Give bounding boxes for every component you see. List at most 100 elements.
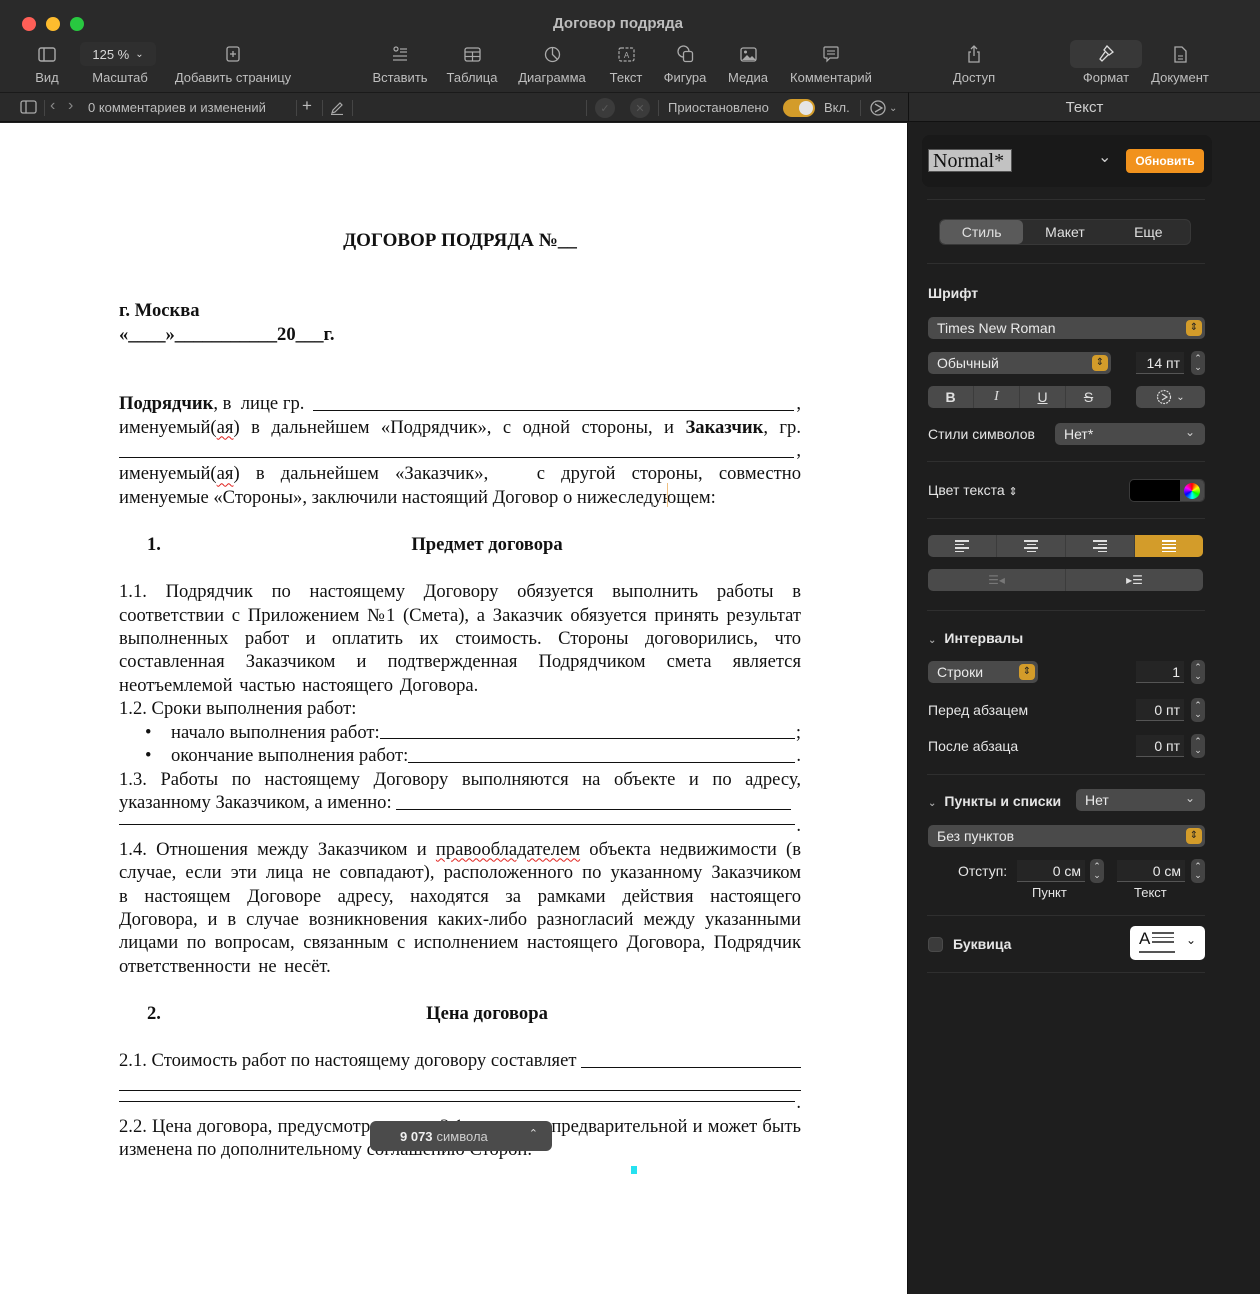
align-justify-button[interactable] [1135, 535, 1203, 557]
media-button[interactable]: Медиа [724, 40, 772, 85]
zoom-value: 125 % [92, 46, 130, 62]
before-paragraph-field[interactable]: 0 пт [1136, 699, 1184, 721]
font-typeface-select[interactable]: Обычный ⇕ [928, 352, 1111, 374]
font-size-stepper[interactable]: ⌃ ⌄ [1191, 351, 1205, 375]
tab-layout[interactable]: Макет [1023, 220, 1106, 244]
text-options-button[interactable]: ⌄ [1136, 386, 1205, 408]
char-styles-value: Нет* [1064, 426, 1094, 442]
text-box-button[interactable]: A Текст [604, 40, 648, 85]
spacing-section-toggle[interactable]: ⌄ Интервалы [928, 630, 1023, 646]
format-button[interactable]: Формат [1076, 40, 1136, 85]
dropcap-style-select[interactable]: A ⌄ [1130, 926, 1205, 960]
align-center-button[interactable] [997, 535, 1066, 557]
dropcap-preview-icon: A [1139, 929, 1151, 948]
up-down-chevron-icon: ⇕ [1008, 486, 1018, 498]
text-indent-stepper[interactable]: ⌃ ⌄ [1191, 859, 1205, 883]
after-paragraph-label: После абзаца [928, 738, 1019, 754]
document-button[interactable]: Документ [1146, 40, 1214, 85]
bullets-select[interactable]: Нет ⌄ [1076, 789, 1205, 811]
strikethrough-button[interactable]: S [1066, 386, 1111, 408]
increase-indent-button[interactable]: ▸☰ [1066, 569, 1203, 591]
bullet-indent-field[interactable]: 0 см [1017, 860, 1085, 882]
bullet-type-select[interactable]: Без пунктов ⇕ [928, 825, 1205, 847]
font-family-value: Times New Roman [937, 320, 1056, 336]
shape-button[interactable]: Фигура [660, 40, 710, 85]
update-style-button[interactable]: Обновить [1126, 149, 1204, 173]
document-canvas[interactable]: ДОГОВОР ПОДРЯДА №__ г. Москва «____»____… [0, 123, 907, 1294]
paragraph-style-name[interactable]: Normal* [928, 149, 1012, 172]
highlight-pen-icon[interactable] [330, 100, 344, 120]
comment-label: Комментарий [790, 70, 872, 85]
add-page-button[interactable]: Добавить страницу [170, 40, 296, 85]
font-size-field[interactable]: 14 пт [1136, 352, 1184, 374]
text-indent-field[interactable]: 0 см [1117, 860, 1185, 882]
tracking-options-button[interactable]: ⌄ [869, 99, 897, 117]
document-label: Документ [1151, 70, 1209, 85]
insert-button[interactable]: Вставить [370, 40, 430, 85]
align-left-button[interactable] [928, 535, 997, 557]
underline-button[interactable]: U [1020, 386, 1066, 408]
before-paragraph-stepper[interactable]: ⌃ ⌄ [1191, 698, 1205, 722]
tab-more[interactable]: Еще [1107, 220, 1190, 244]
tracking-toggle[interactable] [783, 99, 815, 117]
inspector-tabs: Стиль Макет Еще [939, 219, 1191, 245]
after-paragraph-stepper[interactable]: ⌃ ⌄ [1191, 734, 1205, 758]
italic-button[interactable]: I [974, 386, 1020, 408]
sidebar-toggle-icon[interactable] [20, 100, 37, 119]
share-button[interactable]: Доступ [948, 40, 1000, 85]
bold-button[interactable]: B [928, 386, 974, 408]
bullet-indent-stepper[interactable]: ⌃ ⌄ [1090, 859, 1104, 883]
char-styles-select[interactable]: Нет* ⌄ [1055, 423, 1205, 445]
color-wheel-icon[interactable] [1180, 480, 1204, 501]
reject-change-button[interactable]: ✕ [630, 98, 650, 118]
accept-change-button[interactable]: ✓ [595, 98, 615, 118]
clause-1-3-line-3: . [119, 814, 801, 837]
bullets-value: Нет [1085, 792, 1109, 808]
indent-buttons: ☰◂ ▸☰ [928, 569, 1203, 591]
bullets-section-toggle[interactable]: ⌄ Пункты и списки [928, 793, 1061, 809]
add-comment-icon[interactable]: + [302, 96, 312, 116]
paintbrush-icon [1098, 40, 1114, 68]
line-spacing-stepper[interactable]: ⌃ ⌄ [1191, 660, 1205, 684]
decrease-indent-button[interactable]: ☰◂ [928, 569, 1066, 591]
text-cursor-marker [631, 1166, 637, 1174]
chevron-down-icon: ⌄ [1184, 425, 1195, 439]
dropcap-checkbox[interactable] [928, 937, 943, 952]
previous-comment-icon[interactable]: ‹ [50, 97, 55, 115]
alignment-buttons [928, 535, 1203, 557]
indent-label: Отступ: [958, 863, 1008, 879]
format-label: Формат [1082, 70, 1130, 85]
align-right-button[interactable] [1066, 535, 1135, 557]
view-label: Вид [35, 70, 59, 85]
shape-label: Фигура [663, 70, 707, 85]
text-color-label[interactable]: Цвет текста ⇕ [928, 482, 1018, 498]
increase-indent-icon: ▸☰ [1126, 573, 1143, 587]
view-button[interactable]: Вид [30, 40, 64, 85]
document-page[interactable]: ДОГОВОР ПОДРЯДА №__ г. Москва «____»____… [119, 123, 801, 1161]
media-icon [739, 40, 757, 68]
doc-date: «____»___________20___г. [119, 323, 335, 345]
table-button[interactable]: Таблица [444, 40, 500, 85]
comment-button[interactable]: Комментарий [786, 40, 876, 85]
intro-line-1: Подрядчик, в лице гр. , [119, 393, 801, 415]
tab-style[interactable]: Стиль [940, 220, 1024, 244]
chevron-down-icon[interactable]: ⌄ [1098, 147, 1111, 167]
chevron-down-icon: ⌄ [1184, 791, 1195, 805]
after-paragraph-field[interactable]: 0 пт [1136, 735, 1184, 757]
text-color-well[interactable] [1129, 479, 1205, 502]
word-count-pill[interactable]: 9 073 символа ⌃ [370, 1121, 552, 1151]
section-2-title: Цена договора [426, 1003, 548, 1025]
zoom-label-wrap: Масштаб [88, 68, 152, 85]
shape-icon [676, 40, 694, 68]
chart-icon [544, 40, 561, 68]
next-comment-icon[interactable]: › [68, 97, 73, 115]
chart-button[interactable]: Диаграмма [514, 40, 590, 85]
zoom-dropdown[interactable]: 125 % ⌄ [80, 42, 156, 66]
line-spacing-mode-select[interactable]: Строки ⇕ [928, 661, 1038, 683]
intro-line-5: именуемые «Стороны», заключили настоящий… [119, 486, 716, 508]
font-family-select[interactable]: Times New Roman ⇕ [928, 317, 1205, 339]
line-spacing-field[interactable]: 1 [1136, 661, 1184, 683]
clause-1-1: 1.1. Подрядчик по настоящему Договору об… [119, 581, 801, 696]
decrease-indent-icon: ☰◂ [988, 573, 1005, 587]
chevron-down-icon: ⌄ [1185, 933, 1196, 947]
